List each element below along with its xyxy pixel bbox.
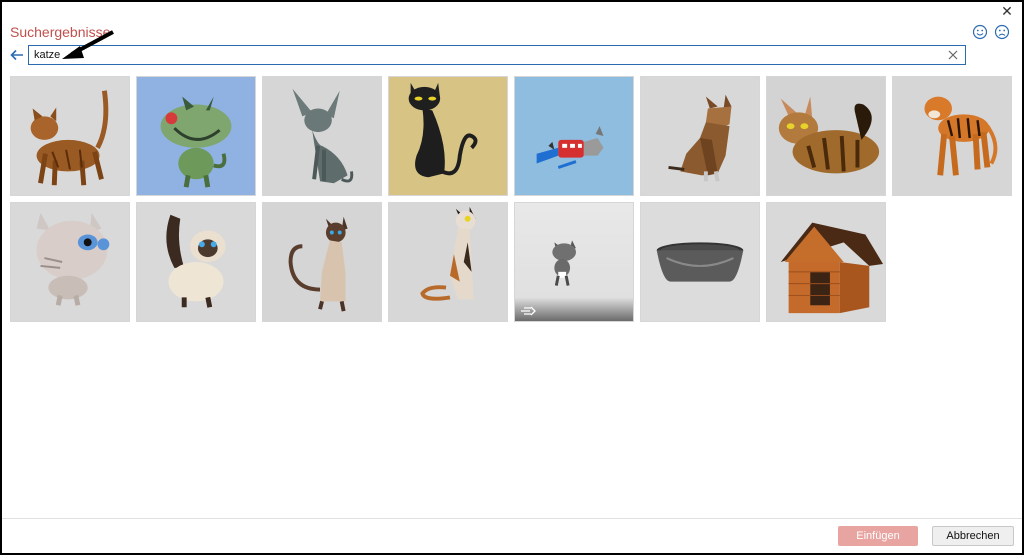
result-animated-grey-cat[interactable] <box>514 202 634 322</box>
birman-cat-thumbnail <box>137 203 255 321</box>
result-wooden-doghouse[interactable] <box>766 202 886 322</box>
result-birman-cat[interactable] <box>136 202 256 322</box>
tiger-thumbnail <box>893 77 1011 195</box>
flying-cat-toy-thumbnail <box>515 77 633 195</box>
result-sphynx-cat[interactable] <box>262 76 382 196</box>
result-maine-coon-cat[interactable] <box>766 76 886 196</box>
result-tiger[interactable] <box>892 76 1012 196</box>
search-input[interactable] <box>29 49 945 61</box>
frown-icon[interactable] <box>994 24 1010 40</box>
clear-icon[interactable] <box>945 47 961 63</box>
result-calico-cat[interactable] <box>388 202 508 322</box>
result-siamese-cat[interactable] <box>262 202 382 322</box>
smile-icon[interactable] <box>972 24 988 40</box>
metal-bowl-thumbnail <box>641 203 759 321</box>
result-black-cartoon-cat[interactable] <box>388 76 508 196</box>
result-tabby-cat[interactable] <box>10 76 130 196</box>
wooden-doghouse-thumbnail <box>767 203 885 321</box>
annotation-arrow-icon <box>62 30 114 59</box>
siamese-cat-thumbnail <box>263 203 381 321</box>
result-flying-cat-toy[interactable] <box>514 76 634 196</box>
black-cartoon-cat-thumbnail <box>389 77 507 195</box>
result-green-cartoon-cat[interactable] <box>136 76 256 196</box>
animation-icon <box>521 306 536 316</box>
feedback-group <box>972 24 1010 40</box>
insert-button[interactable]: Einfügen <box>838 526 918 546</box>
footer-divider <box>2 518 1022 519</box>
cancel-button[interactable]: Abbrechen <box>932 526 1014 546</box>
tabby-cat-thumbnail <box>11 77 129 195</box>
result-big-eyed-cat[interactable] <box>10 202 130 322</box>
sphynx-cat-thumbnail <box>263 77 381 195</box>
maine-coon-cat-thumbnail <box>767 77 885 195</box>
calico-cat-thumbnail <box>389 203 507 321</box>
result-lowpoly-brown-cat[interactable] <box>640 76 760 196</box>
green-cartoon-cat-thumbnail <box>137 77 255 195</box>
big-eyed-cat-thumbnail <box>11 203 129 321</box>
search-field[interactable] <box>28 45 966 65</box>
result-metal-bowl[interactable] <box>640 202 760 322</box>
lowpoly-brown-cat-thumbnail <box>641 77 759 195</box>
back-arrow-icon[interactable] <box>8 46 26 64</box>
results-grid <box>10 76 1012 322</box>
close-icon[interactable]: ✕ <box>1000 4 1014 18</box>
